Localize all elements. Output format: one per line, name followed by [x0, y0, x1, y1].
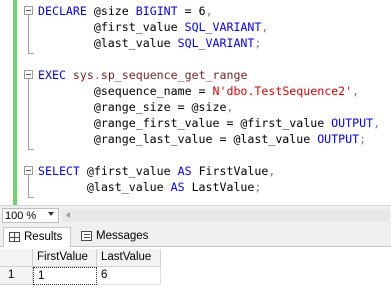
code-line[interactable]: EXEC sys.sp_sequence_get_range [38, 67, 380, 83]
code-token: @first_value [79, 164, 178, 178]
tab-messages[interactable]: Messages [76, 227, 152, 247]
grid-cell-lastvalue[interactable]: 6 [97, 267, 161, 285]
code-token: , [226, 100, 234, 114]
code-token: AS [170, 180, 185, 194]
code-token: BIGINT [135, 4, 178, 18]
grid-cell-firstvalue[interactable]: 1 [33, 267, 97, 285]
code-line[interactable]: @sequence_name = N'dbo.TestSequence2', [38, 83, 380, 99]
code-token: @first_value [38, 20, 185, 34]
code-token: sp_sequence_get_range [100, 68, 248, 82]
code-token: OUTPUT [317, 132, 360, 146]
code-token: , [373, 116, 381, 130]
code-token: SQL_VARIANT [177, 36, 255, 50]
code-token: SELECT [38, 164, 80, 178]
code-token: @sequence_name = [38, 84, 213, 98]
code-token: sys [72, 68, 94, 82]
fold-guide [28, 175, 29, 197]
change-tracking-bar [13, 0, 17, 205]
code-token: ; [254, 36, 262, 50]
code-token: = 6 [177, 4, 206, 18]
code-token: , [352, 84, 360, 98]
code-token: . [93, 68, 101, 82]
code-token: @last_value [38, 180, 171, 194]
grid-icon [9, 232, 20, 242]
tab-results[interactable]: Results [3, 227, 71, 247]
code-line[interactable] [38, 147, 380, 163]
collapse-icon-declare[interactable] [24, 6, 33, 15]
code-token: , [261, 20, 269, 34]
code-token: @last_value [38, 36, 178, 50]
column-header-lastvalue[interactable]: LastValue [97, 249, 161, 267]
column-header-firstvalue[interactable]: FirstValue [33, 249, 97, 267]
code-line[interactable]: @last_value AS LastValue; [38, 179, 380, 195]
tab-results-label: Results [24, 231, 63, 243]
horizontal-scrollbar[interactable] [62, 209, 389, 222]
fold-guide-end [28, 149, 34, 150]
code-token: , [268, 164, 276, 178]
code-line[interactable]: @range_size = @size, [38, 99, 380, 115]
code-line[interactable]: @last_value SQL_VARIANT; [38, 35, 380, 51]
code-token: @range_last_value = @last_value [38, 132, 318, 146]
code-line[interactable]: DECLARE @size BIGINT = 6, [38, 3, 380, 19]
message-icon [81, 231, 92, 241]
chevron-down-icon[interactable] [48, 212, 54, 216]
fold-guide-end [28, 197, 34, 198]
code-token: ; [359, 132, 367, 146]
tab-messages-label: Messages [96, 230, 149, 242]
code-token: , [205, 4, 213, 18]
code-line[interactable]: @range_first_value = @first_value OUTPUT… [38, 115, 380, 131]
code-token: EXEC [38, 68, 66, 82]
editor-status-bar: 100 % [0, 205, 391, 225]
zoom-value: 100 % [5, 210, 37, 222]
code-token: @range_first_value = @first_value [38, 116, 332, 130]
code-token: FirstValue [191, 164, 269, 178]
row-header[interactable]: 1 [0, 267, 33, 285]
code-token: LastValue [184, 180, 255, 194]
collapse-icon-exec[interactable] [24, 70, 33, 79]
fold-guide-end [28, 53, 34, 54]
code-token: ; [254, 180, 262, 194]
code-line[interactable] [38, 51, 380, 67]
scroll-left-icon[interactable] [66, 212, 70, 218]
code-token: DECLARE [38, 4, 87, 18]
grid-corner[interactable] [0, 249, 33, 267]
code-token: SQL_VARIANT [184, 20, 262, 34]
code-line[interactable]: SELECT @first_value AS FirstValue, [38, 163, 380, 179]
fold-guide [28, 15, 29, 53]
fold-guide [28, 79, 29, 149]
collapse-icon-select[interactable] [24, 166, 33, 175]
code-token: AS [177, 164, 192, 178]
code-line[interactable]: @range_last_value = @last_value OUTPUT; [38, 131, 380, 147]
code-token: @size [86, 4, 136, 18]
code-line[interactable]: @first_value SQL_VARIANT, [38, 19, 380, 35]
results-tabs: Results Messages [0, 225, 391, 247]
code-token: N'dbo.TestSequence2' [212, 84, 353, 98]
code-token: @range_size = @size [38, 100, 227, 114]
code-token: OUTPUT [331, 116, 374, 130]
results-grid[interactable]: FirstValue LastValue 1 1 6 [0, 247, 391, 297]
sql-code[interactable]: DECLARE @size BIGINT = 6, @first_value S… [38, 3, 380, 195]
query-editor[interactable]: DECLARE @size BIGINT = 6, @first_value S… [0, 0, 391, 205]
